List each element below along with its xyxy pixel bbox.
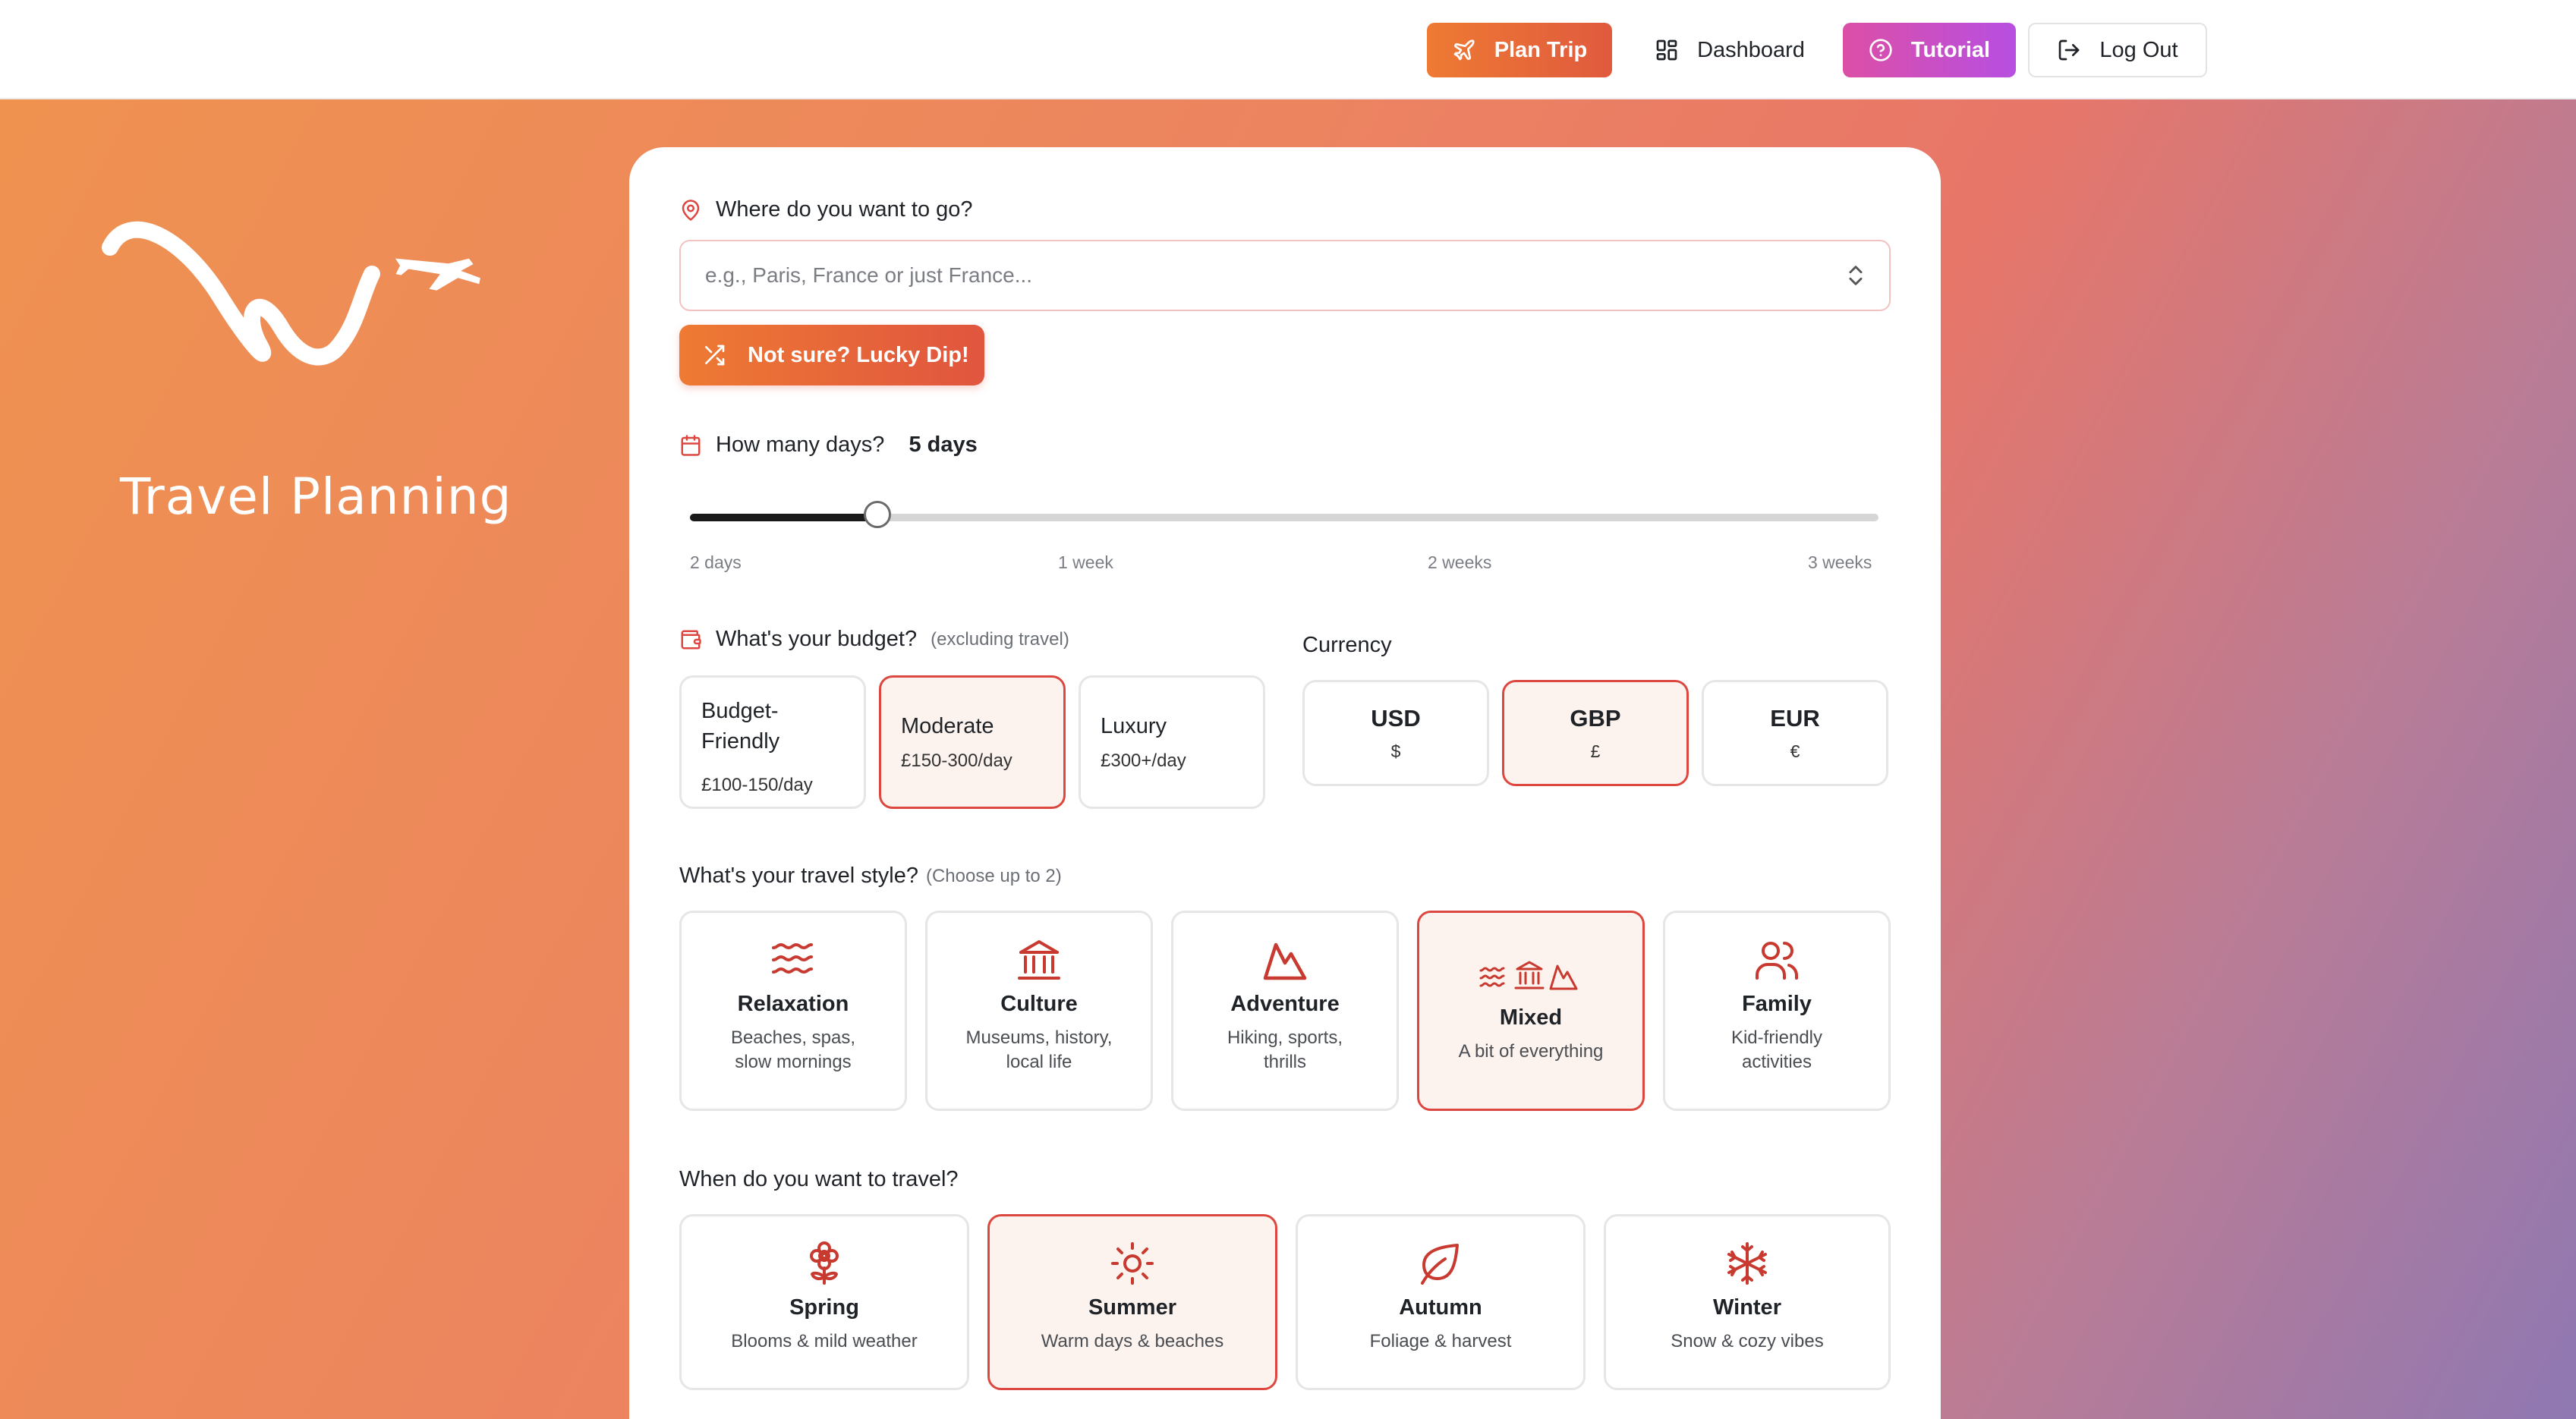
budget-option-title: Luxury <box>1101 714 1167 738</box>
budget-option-range: £150-300/day <box>901 750 1012 771</box>
season-option-description: Blooms & mild weather <box>731 1331 918 1351</box>
destination-input[interactable] <box>679 240 1891 311</box>
style-option-culture[interactable]: Culture Museums, history, local life <box>925 911 1153 1111</box>
log-out-button[interactable]: Log Out <box>2028 23 2207 77</box>
currency-option-eur[interactable]: EUR € <box>1702 680 1888 786</box>
budget-option-budget-friendly[interactable]: Budget-Friendly £100-150/day <box>679 675 866 809</box>
shuffle-icon <box>705 345 725 366</box>
grid-icon <box>1656 39 1677 61</box>
budget-option-moderate[interactable]: Moderate £150-300/day <box>879 675 1066 809</box>
dashboard-label: Dashboard <box>1697 37 1805 62</box>
style-option-description: Kid-friendly activities <box>1730 1027 1823 1072</box>
tick-2-days: 2 days <box>690 552 742 572</box>
budget-option-range: £100-150/day <box>701 775 813 795</box>
travel-style-note: (Choose up to 2) <box>925 865 1062 886</box>
budget-label: What's your budget? (excluding travel) <box>679 627 1256 652</box>
lucky-dip-label: Not sure? Lucky Dip! <box>748 342 969 367</box>
log-out-icon <box>2059 39 2080 61</box>
landmark-icon <box>1018 940 1060 980</box>
map-pin-icon <box>682 199 700 221</box>
season-option-spring[interactable]: Spring Blooms & mild weather <box>679 1214 969 1390</box>
flower-icon <box>810 1241 839 1285</box>
travel-style-label: What's your travel style? (Choose up to … <box>679 864 1891 889</box>
snowflake-icon <box>1727 1242 1767 1285</box>
style-option-title: Relaxation <box>737 992 849 1016</box>
budget-option-title: Budget-Friendly <box>701 699 780 754</box>
brand-title: Travel Planning <box>120 467 512 526</box>
currency-option-gbp[interactable]: GBP £ <box>1502 680 1689 786</box>
season-option-description: Foliage & harvest <box>1369 1331 1512 1351</box>
style-option-family[interactable]: Family Kid-friendly activities <box>1663 911 1891 1111</box>
plane-icon <box>1453 39 1475 61</box>
destination-label-text: Where do you want to go? <box>716 197 973 222</box>
style-option-description: Beaches, spas, slow mornings <box>730 1027 856 1072</box>
help-circle-icon <box>1869 39 1892 61</box>
season-option-description: Warm days & beaches <box>1041 1331 1224 1351</box>
tick-3-weeks: 3 weeks <box>1808 552 1872 572</box>
brand-logo-icon <box>102 221 480 366</box>
days-label-text: How many days? <box>716 433 885 457</box>
season-option-summer[interactable]: Summer Warm days & beaches <box>987 1214 1277 1390</box>
trip-form-card: Where do you want to go? Not sure? Lucky… <box>629 147 1941 1419</box>
tutorial-label: Tutorial <box>1910 37 1991 62</box>
budget-option-luxury[interactable]: Luxury £300+/day <box>1079 675 1265 809</box>
style-option-title: Mixed <box>1499 1005 1563 1030</box>
style-option-description: A bit of everything <box>1458 1041 1604 1062</box>
season-option-winter[interactable]: Winter Snow & cozy vibes <box>1604 1214 1891 1390</box>
budget-option-title: Moderate <box>901 714 994 738</box>
sun-icon <box>1111 1242 1154 1285</box>
season-option-autumn[interactable]: Autumn Foliage & harvest <box>1296 1214 1586 1390</box>
days-slider[interactable] <box>690 501 1878 528</box>
waves-icon <box>772 942 813 974</box>
currency-symbol: € <box>1790 741 1800 761</box>
days-label: How many days? 5 days <box>679 433 1891 458</box>
season-option-title: Summer <box>1088 1295 1177 1320</box>
tick-2-weeks: 2 weeks <box>1428 552 1492 572</box>
destination-label: Where do you want to go? <box>679 197 1891 222</box>
lucky-dip-button[interactable]: Not sure? Lucky Dip! <box>679 325 984 385</box>
season-option-title: Winter <box>1713 1295 1781 1320</box>
mixed-icon <box>1479 961 1578 990</box>
currency-symbol: £ <box>1590 741 1601 761</box>
season-label-text: When do you want to travel? <box>679 1167 959 1191</box>
wallet-icon <box>681 630 701 649</box>
style-option-description: Museums, history, local life <box>965 1027 1113 1072</box>
log-out-label: Log Out <box>2099 37 2178 62</box>
style-option-relaxation[interactable]: Relaxation Beaches, spas, slow mornings <box>679 911 907 1111</box>
style-option-adventure[interactable]: Adventure Hiking, sports, thrills <box>1171 911 1399 1111</box>
season-label: When do you want to travel? <box>679 1167 1891 1192</box>
style-option-title: Family <box>1742 992 1812 1016</box>
currency-code: EUR <box>1770 704 1820 732</box>
currency-label: Currency <box>1302 633 1392 657</box>
days-slider-thumb[interactable] <box>864 501 891 528</box>
style-option-mixed[interactable]: Mixed A bit of everything <box>1417 911 1645 1111</box>
leaf-icon <box>1421 1244 1459 1285</box>
mountain-icon <box>1263 942 1307 980</box>
plan-trip-button[interactable]: Plan Trip <box>1427 23 1612 77</box>
currency-code: USD <box>1371 704 1421 732</box>
season-option-title: Autumn <box>1399 1295 1482 1320</box>
tutorial-button[interactable]: Tutorial <box>1843 23 2016 77</box>
budget-note: (excluding travel) <box>931 628 1069 650</box>
style-option-title: Adventure <box>1230 992 1340 1016</box>
plan-trip-label: Plan Trip <box>1494 37 1588 62</box>
currency-option-usd[interactable]: USD $ <box>1302 680 1489 786</box>
dashboard-button[interactable]: Dashboard <box>1644 23 1815 77</box>
calendar-icon <box>681 434 701 456</box>
chevron-up-down-icon[interactable] <box>1843 263 1869 288</box>
top-navigation: Plan Trip Dashboard Tutorial Log Out <box>0 0 2576 99</box>
currency-symbol: $ <box>1390 741 1401 761</box>
tick-1-week: 1 week <box>1058 552 1113 572</box>
days-value: 5 days <box>909 433 978 457</box>
travel-style-label-text: What's your travel style? <box>679 864 918 888</box>
season-option-description: Snow & cozy vibes <box>1671 1331 1824 1351</box>
style-option-description: Hiking, sports, thrills <box>1227 1027 1343 1072</box>
budget-label-text: What's your budget? <box>716 627 918 651</box>
days-slider-fill <box>690 514 877 521</box>
budget-option-range: £300+/day <box>1101 750 1186 771</box>
season-option-title: Spring <box>789 1295 859 1320</box>
currency-code: GBP <box>1570 704 1621 732</box>
style-option-title: Culture <box>1000 992 1078 1016</box>
users-icon <box>1756 942 1798 980</box>
